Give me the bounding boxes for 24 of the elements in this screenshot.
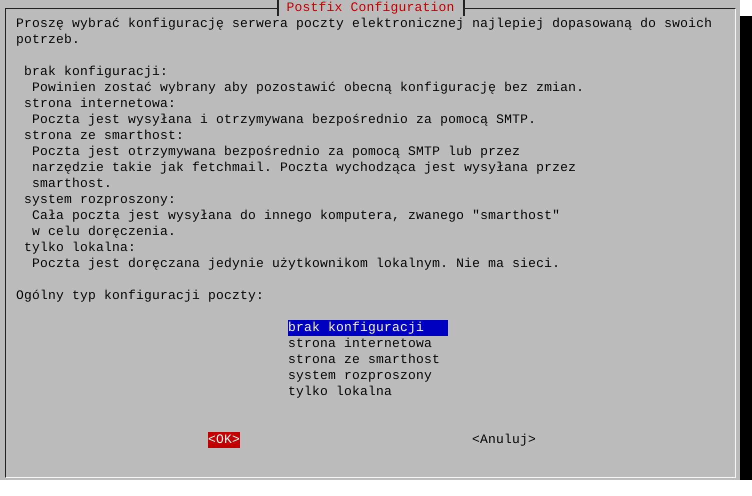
option-description: Powinien zostać wybrany aby pozostawić obecną konfigurację bez zmian. (31, 80, 586, 96)
prompt-text: Ogólny typ konfiguracji poczty: (16, 288, 266, 304)
option-description: smarthost. (31, 176, 114, 192)
option-description: w celu doręczenia. (31, 224, 178, 240)
option-description: Poczta jest otrzymywana bezpośrednio za pomocą SMTP lub przez (31, 144, 522, 160)
option-description: narzędzie takie jak fetchmail. Poczta wychodząca jest wysyłana przez (31, 160, 578, 176)
menu-item[interactable]: system rozproszony (288, 368, 448, 384)
option-description: Cała poczta jest wysyłana do innego komputera, zwanego "smarthost" (31, 208, 562, 224)
option-description: Poczta jest doręczana jedynie użytkownikom lokalnym. Nie ma sieci. (31, 256, 562, 272)
intro-text: potrzeb. (16, 32, 82, 48)
ok-button[interactable]: <OK> (208, 432, 240, 448)
option-description: Poczta jest wysyłana i otrzymywana bezpośrednio za pomocą SMTP. (31, 112, 538, 128)
cancel-button[interactable]: <Anuluj> (472, 432, 536, 448)
menu-item[interactable]: tylko lokalna (288, 384, 448, 400)
intro-text: Proszę wybrać konfigurację serwera poczty elektronicznej najlepiej dopasowaną do swoich (16, 16, 714, 32)
menu-item[interactable]: strona ze smarthost (288, 352, 448, 368)
option-name: strona ze smarthost: (23, 128, 186, 144)
option-name: strona internetowa: (23, 96, 178, 112)
menu-item[interactable]: brak konfiguracji (288, 320, 448, 336)
dialog-title: Postfix Configuration (276, 0, 465, 16)
option-name: system rozproszony: (23, 192, 178, 208)
option-name: brak konfiguracji: (23, 64, 170, 80)
menu-item[interactable]: strona internetowa (288, 336, 448, 352)
option-name: tylko lokalna: (23, 240, 138, 256)
